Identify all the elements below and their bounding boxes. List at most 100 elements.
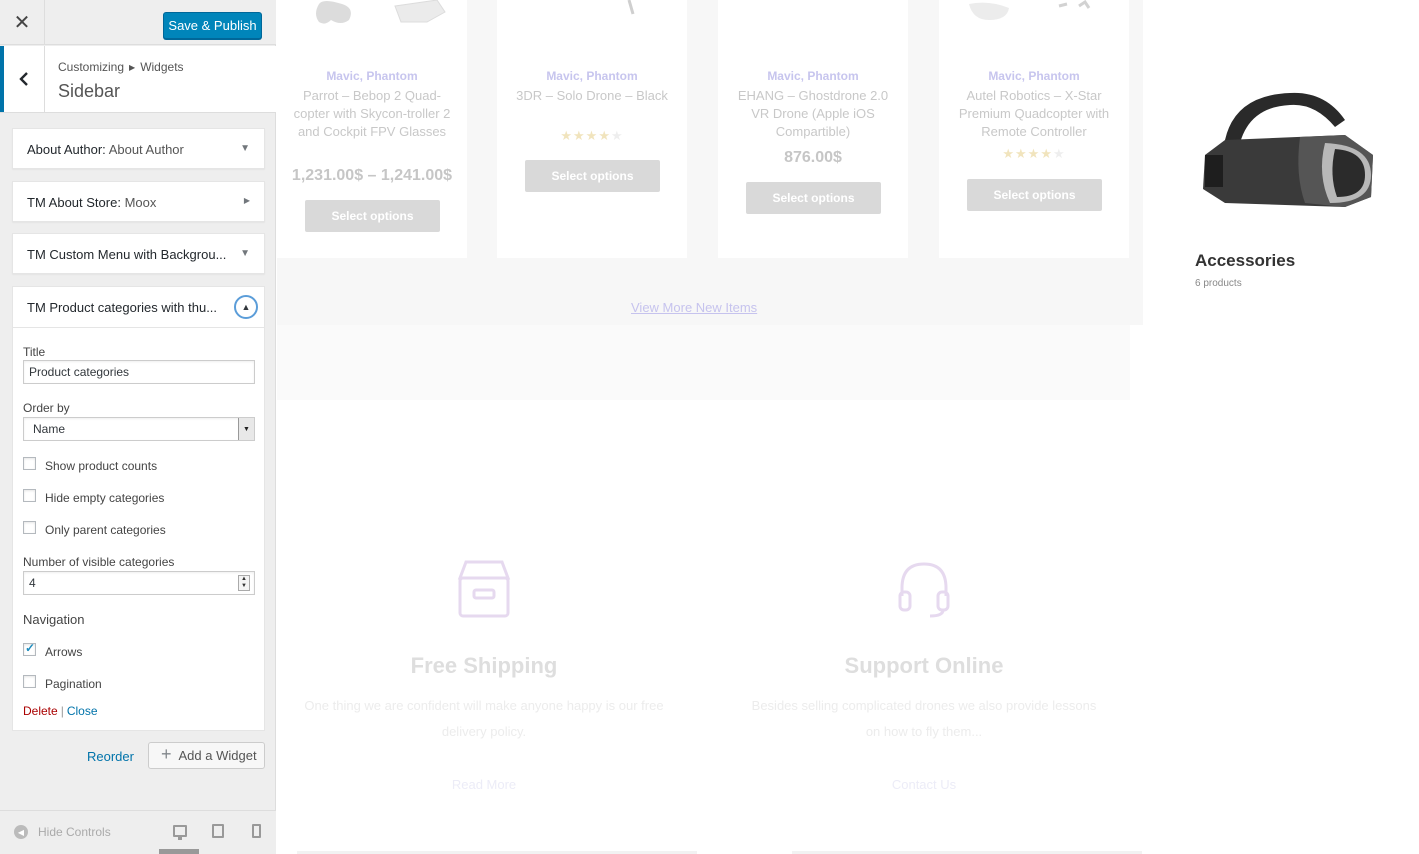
separator: | [60, 704, 64, 718]
read-more-link[interactable]: Read More [304, 777, 664, 792]
product-price: 876.00$ [784, 149, 842, 166]
close-link[interactable]: Close [67, 704, 98, 718]
product-price: 1,231.00$ – 1,241.00$ [291, 167, 453, 184]
product-name[interactable]: EHANG – Ghostdrone 2.0 VR Drone (Apple i… [728, 87, 898, 141]
breadcrumb-separator-icon: ▶ [129, 63, 136, 72]
headset-icon [898, 562, 950, 618]
feature-free-shipping: Free Shipping One thing we are confident… [304, 560, 664, 792]
orderby-select[interactable]: Name ▼ [23, 417, 255, 441]
widget-tm-product-categories: TM Product categories with thu... ▲ Titl… [12, 286, 265, 731]
select-options-button[interactable]: Select options [746, 182, 881, 214]
pagination-label: Pagination [45, 677, 102, 691]
product-card[interactable]: Mavic, Phantom Parrot – Bebop 2 Quad-cop… [277, 0, 467, 258]
num-categories-input[interactable]: 4 ▲ ▼ [23, 571, 255, 595]
add-widget-button[interactable]: + Add a Widget [148, 742, 265, 769]
widget-subtitle: Moox [124, 195, 157, 210]
hide-controls-button[interactable]: ◀ Hide Controls [14, 825, 111, 839]
hide-empty-label: Hide empty categories [45, 491, 165, 505]
category-title[interactable]: Accessories [1195, 251, 1295, 271]
section-title: Sidebar [58, 81, 121, 101]
category-count: 6 products [1195, 278, 1242, 289]
show-counts-checkbox[interactable] [23, 457, 36, 470]
customizer-sidebar: ✕ Save & Publish Customizing ▶ Widgets Sid… [0, 0, 276, 854]
num-categories-value: 4 [29, 576, 36, 590]
active-device-indicator [159, 849, 199, 854]
product-category[interactable]: Mavic, Phantom [277, 69, 467, 83]
feature-heading: Free Shipping [410, 653, 558, 678]
products-section-bottom [277, 325, 1130, 400]
title-label: Title [23, 345, 46, 359]
expand-arrow-icon[interactable]: ▼ [240, 143, 250, 154]
title-input-value: Product categories [29, 365, 130, 379]
delete-link[interactable]: Delete [23, 704, 58, 718]
rating-stars-icon: ★★★★★ [1002, 146, 1066, 161]
chevron-left-icon [19, 72, 28, 86]
select-options-button[interactable]: Select options [967, 179, 1102, 211]
hide-empty-checkbox[interactable] [23, 489, 36, 502]
widget-tm-about-store[interactable]: TM About Store: Moox ▶ [12, 181, 265, 222]
close-icon: ✕ [13, 12, 31, 34]
reorder-link[interactable]: Reorder [87, 749, 134, 764]
widget-header[interactable]: TM Product categories with thu... ▲ [13, 287, 264, 328]
widget-tm-custom-menu[interactable]: TM Custom Menu with Backgrou... ▼ [12, 233, 265, 274]
pagination-checkbox[interactable] [23, 675, 36, 688]
number-spinner-icon[interactable]: ▲ ▼ [238, 575, 250, 591]
product-card[interactable]: Mavic, Phantom 3DR – Solo Drone – Black … [497, 0, 687, 258]
plus-icon: + [161, 744, 172, 764]
desktop-preview-icon[interactable] [173, 825, 187, 840]
title-input[interactable]: Product categories [23, 360, 255, 384]
product-thumbnail [316, 0, 446, 24]
dropdown-arrow-icon[interactable]: ▼ [238, 418, 254, 440]
contact-us-link[interactable]: Contact Us [744, 777, 1104, 792]
only-parent-label: Only parent categories [45, 523, 166, 537]
product-name[interactable]: Parrot – Bebop 2 Quad-copter with Skycon… [287, 87, 457, 141]
only-parent-checkbox[interactable] [23, 521, 36, 534]
widget-name: TM Product categories with thu... [27, 300, 218, 315]
product-card[interactable]: Mavic, Phantom EHANG – Ghostdrone 2.0 VR… [718, 0, 908, 258]
breadcrumb-child: Widgets [140, 60, 184, 74]
breadcrumb-parent: Customizing [58, 60, 125, 74]
arrows-label: Arrows [45, 645, 83, 659]
feature-text: One thing we are confident will make any… [304, 698, 664, 739]
customizer-topbar: ✕ Save & Publish [0, 0, 276, 45]
breadcrumb: Customizing ▶ Widgets [58, 60, 184, 74]
select-options-button[interactable]: Select options [305, 200, 440, 232]
collapse-icon: ◀ [14, 825, 28, 839]
widget-name: TM About Store: [27, 195, 121, 210]
product-thumbnail [627, 0, 635, 15]
customizer-footer: ◀ Hide Controls [0, 810, 276, 854]
close-customizer-button[interactable]: ✕ [0, 0, 45, 45]
widget-name: About Author: [27, 142, 106, 157]
product-thumbnail [969, 0, 1091, 21]
orderby-label: Order by [23, 401, 70, 415]
save-publish-button[interactable]: Save & Publish [163, 12, 262, 39]
arrows-checkbox[interactable] [23, 641, 36, 656]
site-preview: Mavic, Phantom Parrot – Bebop 2 Quad-cop… [277, 0, 1419, 854]
feature-heading: Support Online [844, 653, 1004, 678]
tablet-preview-icon[interactable] [212, 824, 224, 838]
feature-support-online: Support Online Besides selling complicat… [744, 560, 1104, 792]
feature-text: Besides selling complicated drones we al… [751, 698, 1097, 739]
orderby-value: Name [33, 422, 66, 436]
product-category[interactable]: Mavic, Phantom [718, 69, 908, 83]
hide-controls-label: Hide Controls [38, 825, 111, 839]
add-widget-label: Add a Widget [178, 748, 257, 763]
expand-arrow-icon[interactable]: ▶ [244, 196, 250, 205]
widget-name: TM Custom Menu with Backgrou... [27, 247, 227, 262]
product-card[interactable]: Mavic, Phantom Autel Robotics – X-Star P… [939, 0, 1129, 258]
widget-about-author[interactable]: About Author: About Author ▼ [12, 128, 265, 169]
product-category[interactable]: Mavic, Phantom [939, 69, 1129, 83]
product-name[interactable]: 3DR – Solo Drone – Black [507, 87, 677, 105]
expand-arrow-icon[interactable]: ▼ [240, 248, 250, 259]
product-name[interactable]: Autel Robotics – X-Star Premium Quadcopt… [949, 87, 1119, 141]
rating-stars-icon: ★★★★★ [560, 128, 624, 143]
back-button[interactable] [0, 46, 45, 112]
collapse-arrow-icon[interactable]: ▲ [234, 295, 258, 319]
view-more-link[interactable]: View More New Items [631, 300, 757, 315]
show-counts-label: Show product counts [45, 459, 158, 473]
mobile-preview-icon[interactable] [252, 824, 261, 838]
product-category[interactable]: Mavic, Phantom [497, 69, 687, 83]
select-options-button[interactable]: Select options [525, 160, 660, 192]
box-icon [457, 560, 511, 618]
num-categories-label: Number of visible categories [23, 555, 175, 569]
